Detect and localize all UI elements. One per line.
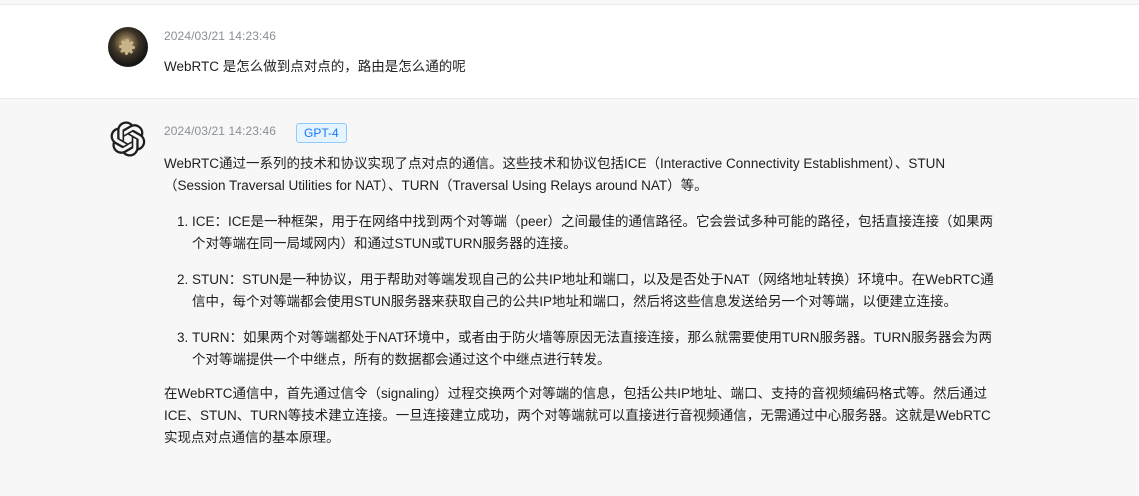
assistant-timestamp: 2024/03/21 14:23:46: [164, 124, 277, 138]
user-timestamp: 2024/03/21 14:23:46: [164, 29, 277, 43]
model-badge: GPT-4: [296, 123, 347, 143]
user-message: 2024/03/21 14:23:46 WebRTC 是怎么做到点对点的，路由是…: [0, 5, 1139, 99]
user-message-text: WebRTC 是怎么做到点对点的，路由是怎么通的呢: [164, 59, 466, 74]
list-item: TURN：如果两个对等端都处于NAT环境中，或者由于防火墙等原因无法直接连接，那…: [192, 327, 1004, 371]
answer-conclusion: 在WebRTC通信中，首先通过信令（signaling）过程交换两个对等端的信息…: [164, 386, 991, 445]
openai-logo-icon: [110, 121, 146, 157]
answer-intro: WebRTC通过一系列的技术和协议实现了点对点的通信。这些技术和协议包括ICE（…: [164, 156, 946, 193]
avatar[interactable]: [108, 27, 148, 67]
assistant-answer: WebRTC通过一系列的技术和协议实现了点对点的通信。这些技术和协议包括ICE（…: [164, 153, 1004, 449]
assistant-message: 2024/03/21 14:23:46 GPT-4 WebRTC通过一系列的技术…: [0, 99, 1139, 496]
answer-list: ICE：ICE是一种框架，用于在网络中找到两个对等端（peer）之间最佳的通信路…: [164, 211, 1004, 371]
list-item: STUN：STUN是一种协议，用于帮助对等端发现自己的公共IP地址和端口，以及是…: [192, 269, 1004, 313]
list-item: ICE：ICE是一种框架，用于在网络中找到两个对等端（peer）之间最佳的通信路…: [192, 211, 1004, 255]
